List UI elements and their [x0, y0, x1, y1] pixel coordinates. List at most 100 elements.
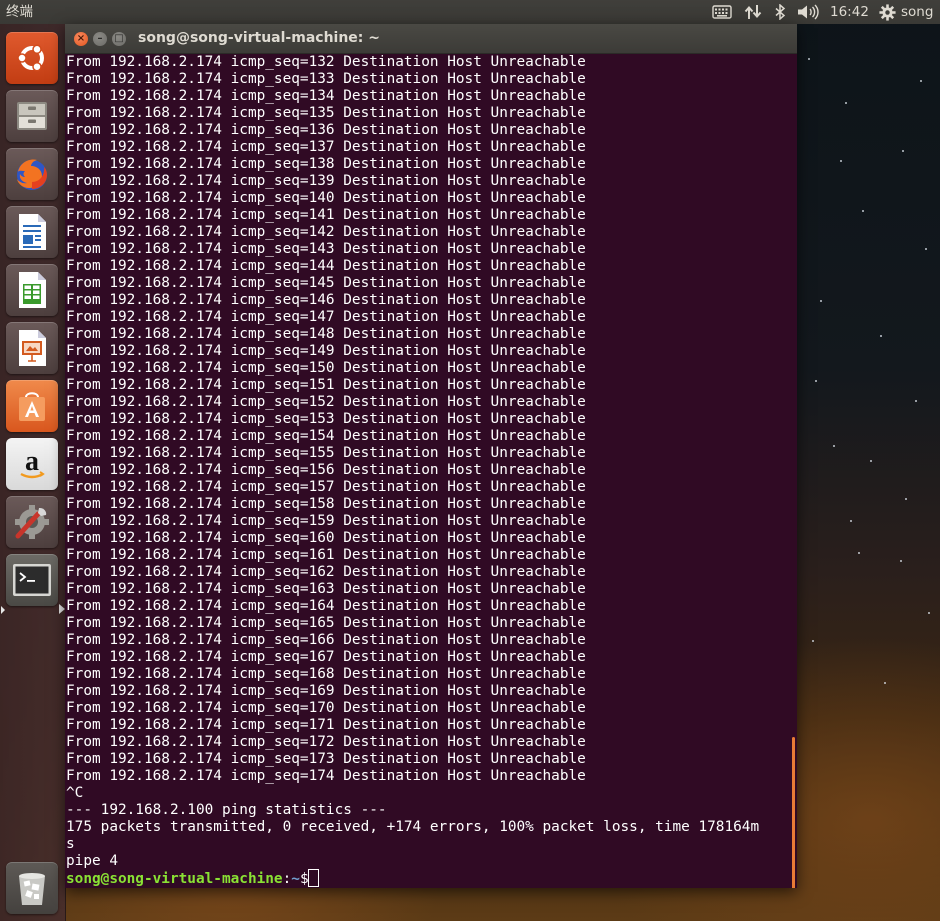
ping-reply-line: From 192.168.2.174 icmp_seq=135 Destinat…	[66, 105, 586, 121]
ping-reply-line: From 192.168.2.174 icmp_seq=157 Destinat…	[66, 479, 586, 495]
ping-stats-summary: 175 packets transmitted, 0 received, +17…	[66, 819, 760, 835]
wallpaper-star	[905, 498, 907, 500]
shell-prompt[interactable]: song@song-virtual-machine:~$	[66, 869, 791, 887]
firefox-icon[interactable]	[6, 148, 58, 200]
wallpaper-star	[850, 520, 852, 522]
wallpaper-star	[915, 400, 917, 402]
ping-reply-line: From 192.168.2.174 icmp_seq=166 Destinat…	[66, 632, 586, 648]
wallpaper-star	[820, 300, 822, 302]
wallpaper-star	[925, 248, 927, 250]
ping-reply-line: From 192.168.2.174 icmp_seq=161 Destinat…	[66, 547, 586, 563]
libreoffice-impress-icon[interactable]	[6, 322, 58, 374]
prompt-user-host: song@song-virtual-machine	[66, 871, 283, 887]
ping-reply-lines: From 192.168.2.174 icmp_seq=132 Destinat…	[66, 54, 791, 785]
wallpaper-star	[884, 682, 886, 684]
ping-reply-line: From 192.168.2.174 icmp_seq=136 Destinat…	[66, 122, 586, 138]
ping-stats-summary-wrap: s	[66, 836, 75, 852]
ping-reply-line: From 192.168.2.174 icmp_seq=141 Destinat…	[66, 207, 586, 223]
ping-reply-line: From 192.168.2.174 icmp_seq=145 Destinat…	[66, 275, 586, 291]
wallpaper-star	[928, 612, 930, 614]
ping-reply-line: From 192.168.2.174 icmp_seq=164 Destinat…	[66, 598, 586, 614]
ping-reply-line: From 192.168.2.174 icmp_seq=156 Destinat…	[66, 462, 586, 478]
ping-reply-line: From 192.168.2.174 icmp_seq=148 Destinat…	[66, 326, 586, 342]
svg-text:a: a	[25, 446, 39, 477]
ping-reply-line: From 192.168.2.174 icmp_seq=147 Destinat…	[66, 309, 586, 325]
ping-reply-line: From 192.168.2.174 icmp_seq=150 Destinat…	[66, 360, 586, 376]
wallpaper-star	[858, 552, 860, 554]
maximize-window-button[interactable]: □	[112, 32, 126, 46]
ping-reply-line: From 192.168.2.174 icmp_seq=153 Destinat…	[66, 411, 586, 427]
launcher: a	[0, 24, 66, 921]
wallpaper-star	[880, 335, 882, 337]
wallpaper-star	[845, 102, 847, 104]
ping-reply-line: From 192.168.2.174 icmp_seq=143 Destinat…	[66, 241, 586, 257]
terminal-body[interactable]: From 192.168.2.174 icmp_seq=132 Destinat…	[65, 54, 797, 888]
files-icon[interactable]	[6, 90, 58, 142]
amazon-icon[interactable]: a	[6, 438, 58, 490]
volume-icon[interactable]	[795, 0, 821, 24]
ping-reply-line: From 192.168.2.174 icmp_seq=165 Destinat…	[66, 615, 586, 631]
terminal-window[interactable]: × – □ song@song-virtual-machine: ~ From …	[65, 24, 797, 888]
app-menu-title[interactable]: 终端	[6, 0, 33, 24]
ping-reply-line: From 192.168.2.174 icmp_seq=144 Destinat…	[66, 258, 586, 274]
ping-reply-line: From 192.168.2.174 icmp_seq=142 Destinat…	[66, 224, 586, 240]
ping-reply-line: From 192.168.2.174 icmp_seq=162 Destinat…	[66, 564, 586, 580]
ping-reply-line: From 192.168.2.174 icmp_seq=138 Destinat…	[66, 156, 586, 172]
ping-reply-line: From 192.168.2.174 icmp_seq=171 Destinat…	[66, 717, 586, 733]
terminal-output[interactable]: From 192.168.2.174 icmp_seq=132 Destinat…	[66, 54, 791, 887]
ping-reply-line: From 192.168.2.174 icmp_seq=151 Destinat…	[66, 377, 586, 393]
keyboard-icon[interactable]	[709, 0, 735, 24]
wallpaper-star	[902, 150, 904, 152]
ping-reply-line: From 192.168.2.174 icmp_seq=174 Destinat…	[66, 768, 586, 784]
wallpaper-star	[833, 445, 835, 447]
ping-reply-line: From 192.168.2.174 icmp_seq=168 Destinat…	[66, 666, 586, 682]
text-cursor	[307, 869, 319, 887]
prompt-separator: :	[282, 871, 292, 887]
wallpaper-star	[815, 380, 817, 382]
libreoffice-writer-icon[interactable]	[6, 206, 58, 258]
terminal-scrollbar[interactable]	[792, 737, 795, 888]
clock[interactable]: 16:42	[830, 0, 869, 24]
ubuntu-dash-icon[interactable]	[6, 32, 58, 84]
terminal-icon[interactable]	[6, 554, 58, 606]
ping-reply-line: From 192.168.2.174 icmp_seq=169 Destinat…	[66, 683, 586, 699]
ping-reply-line: From 192.168.2.174 icmp_seq=149 Destinat…	[66, 343, 586, 359]
ping-reply-line: From 192.168.2.174 icmp_seq=154 Destinat…	[66, 428, 586, 444]
libreoffice-calc-icon[interactable]	[6, 264, 58, 316]
pipe-line: pipe 4	[66, 853, 118, 869]
gear-icon[interactable]	[877, 0, 897, 24]
ping-reply-line: From 192.168.2.174 icmp_seq=172 Destinat…	[66, 734, 586, 750]
trash-icon[interactable]	[6, 862, 58, 914]
ping-reply-line: From 192.168.2.174 icmp_seq=173 Destinat…	[66, 751, 586, 767]
ping-reply-line: From 192.168.2.174 icmp_seq=134 Destinat…	[66, 88, 586, 104]
ping-reply-line: From 192.168.2.174 icmp_seq=155 Destinat…	[66, 445, 586, 461]
ping-reply-line: From 192.168.2.174 icmp_seq=152 Destinat…	[66, 394, 586, 410]
system-settings-icon[interactable]	[6, 496, 58, 548]
ping-reply-line: From 192.168.2.174 icmp_seq=133 Destinat…	[66, 71, 586, 87]
ping-reply-line: From 192.168.2.174 icmp_seq=167 Destinat…	[66, 649, 586, 665]
prompt-symbol: $	[299, 871, 309, 887]
wallpaper-star	[808, 58, 810, 60]
minimize-window-button[interactable]: –	[93, 32, 107, 46]
wallpaper-star	[840, 160, 842, 162]
software-center-icon[interactable]	[6, 380, 58, 432]
ping-reply-line: From 192.168.2.174 icmp_seq=146 Destinat…	[66, 292, 586, 308]
wallpaper-star	[900, 560, 902, 562]
ping-reply-line: From 192.168.2.174 icmp_seq=170 Destinat…	[66, 700, 586, 716]
bluetooth-icon[interactable]	[771, 0, 789, 24]
close-window-button[interactable]: ×	[74, 32, 88, 46]
prompt-path: ~	[291, 871, 300, 887]
ping-reply-line: From 192.168.2.174 icmp_seq=160 Destinat…	[66, 530, 586, 546]
network-arrows-icon[interactable]	[742, 0, 764, 24]
wallpaper-star	[812, 640, 814, 642]
wallpaper-star	[920, 80, 922, 82]
user-menu[interactable]: song	[901, 0, 933, 24]
window-titlebar[interactable]: × – □ song@song-virtual-machine: ~	[65, 24, 797, 54]
ping-stats-header: --- 192.168.2.100 ping statistics ---	[66, 802, 387, 818]
ping-reply-line: From 192.168.2.174 icmp_seq=159 Destinat…	[66, 513, 586, 529]
wallpaper-star	[870, 460, 872, 462]
ping-reply-line: From 192.168.2.174 icmp_seq=140 Destinat…	[66, 190, 586, 206]
interrupt-line: ^C	[66, 785, 84, 801]
ping-reply-line: From 192.168.2.174 icmp_seq=163 Destinat…	[66, 581, 586, 597]
ping-reply-line: From 192.168.2.174 icmp_seq=137 Destinat…	[66, 139, 586, 155]
